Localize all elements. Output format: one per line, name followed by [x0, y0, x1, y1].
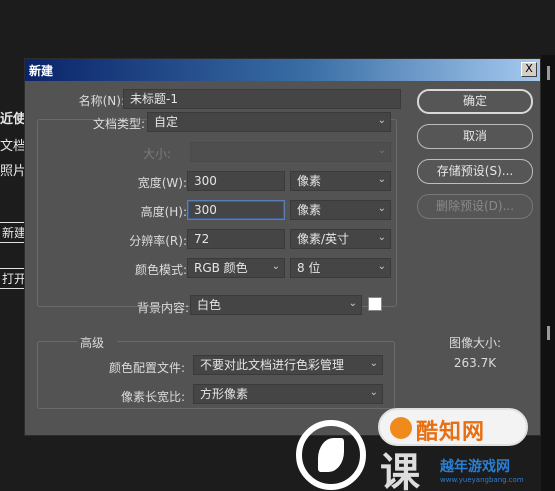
- resolution-unit-value: 像素/英寸: [297, 232, 350, 246]
- color-profile-label: 颜色配置文件:: [108, 361, 185, 375]
- width-unit-select[interactable]: 像素 ⌄: [290, 171, 391, 191]
- watermark-site: 越年游戏网 www.yueyangbang.com: [440, 456, 550, 488]
- bit-depth-value: 8 位: [297, 261, 321, 275]
- chevron-down-icon: ⌄: [271, 261, 280, 272]
- background-contents-label: 背景内容:: [136, 301, 189, 315]
- image-size-label: 图像大小:: [448, 336, 502, 350]
- close-button[interactable]: X: [521, 62, 537, 77]
- right-scroll-strip: [541, 55, 555, 491]
- new-document-dialog: 新建 X 名称(N): 未标题-1 文档类型: 自定 ⌄ 大小: ⌄ 宽度(W)…: [24, 58, 541, 436]
- chevron-down-icon: ⌄: [377, 232, 386, 243]
- color-mode-value: RGB 颜色: [194, 261, 248, 275]
- color-profile-value: 不要对此文档进行色彩管理: [200, 358, 345, 372]
- name-label: 名称(N):: [78, 94, 125, 108]
- pixel-aspect-label: 像素长宽比:: [120, 390, 185, 404]
- resolution-label: 分辨率(R):: [129, 234, 187, 248]
- pixel-aspect-value: 方形像素: [200, 387, 249, 401]
- height-input[interactable]: 300: [187, 200, 285, 220]
- chevron-down-icon: ⌄: [377, 261, 386, 272]
- name-input[interactable]: 未标题-1: [123, 89, 401, 109]
- advanced-label: 高级: [77, 334, 117, 351]
- size-label: 大小:: [142, 147, 171, 161]
- document-type-label: 文档类型:: [92, 117, 145, 131]
- watermark-site-name: 越年游戏网: [440, 459, 510, 475]
- dialog-titlebar[interactable]: 新建 X: [25, 59, 540, 81]
- ok-button[interactable]: 确定: [417, 89, 533, 114]
- chevron-down-icon: ⌄: [369, 387, 378, 398]
- width-unit-value: 像素: [297, 174, 322, 188]
- dialog-title: 新建: [29, 64, 54, 78]
- color-profile-select[interactable]: 不要对此文档进行色彩管理 ⌄: [193, 355, 383, 375]
- bg-photos-label: 照片: [0, 164, 27, 179]
- bit-depth-select[interactable]: 8 位 ⌄: [290, 258, 391, 278]
- background-color-swatch[interactable]: [368, 297, 382, 311]
- resolution-input[interactable]: 72: [187, 229, 285, 249]
- pixel-aspect-select[interactable]: 方形像素 ⌄: [193, 384, 383, 404]
- color-mode-label: 颜色模式:: [134, 263, 187, 277]
- height-unit-value: 像素: [297, 203, 322, 217]
- chevron-down-icon: ⌄: [377, 145, 386, 156]
- chevron-down-icon: ⌄: [377, 203, 386, 214]
- watermark-big-text: 课: [380, 450, 420, 491]
- chevron-down-icon: ⌄: [369, 358, 378, 369]
- watermark-pill-text: 酷知网: [416, 420, 486, 445]
- image-size-value: 263.7K: [453, 356, 497, 370]
- chevron-down-icon: ⌄: [348, 298, 357, 309]
- delete-preset-button: 删除预设(D)...: [417, 194, 533, 219]
- scroll-thumb[interactable]: [547, 326, 550, 340]
- watermark-site-url: www.yueyangbang.com: [440, 476, 524, 484]
- background-contents-select[interactable]: 白色 ⌄: [190, 295, 362, 315]
- scroll-thumb[interactable]: [547, 66, 550, 80]
- background-contents-value: 白色: [197, 298, 222, 312]
- watermark-logo-icon: [390, 417, 412, 439]
- bg-recent-label: 近使: [0, 112, 27, 127]
- size-select: ⌄: [190, 142, 391, 162]
- color-mode-select[interactable]: RGB 颜色 ⌄: [187, 258, 285, 278]
- width-label: 宽度(W):: [137, 176, 187, 190]
- resolution-unit-select[interactable]: 像素/英寸 ⌄: [290, 229, 391, 249]
- height-unit-select[interactable]: 像素 ⌄: [290, 200, 391, 220]
- chevron-down-icon: ⌄: [377, 174, 386, 185]
- height-label: 高度(H):: [140, 205, 187, 219]
- chevron-down-icon: ⌄: [377, 115, 386, 126]
- cancel-button[interactable]: 取消: [417, 124, 533, 149]
- save-preset-button[interactable]: 存储预设(S)...: [417, 159, 533, 184]
- width-input[interactable]: 300: [187, 171, 285, 191]
- document-type-select[interactable]: 自定 ⌄: [147, 112, 391, 132]
- document-type-value: 自定: [154, 115, 179, 129]
- bg-documents-label: 文档: [0, 139, 27, 154]
